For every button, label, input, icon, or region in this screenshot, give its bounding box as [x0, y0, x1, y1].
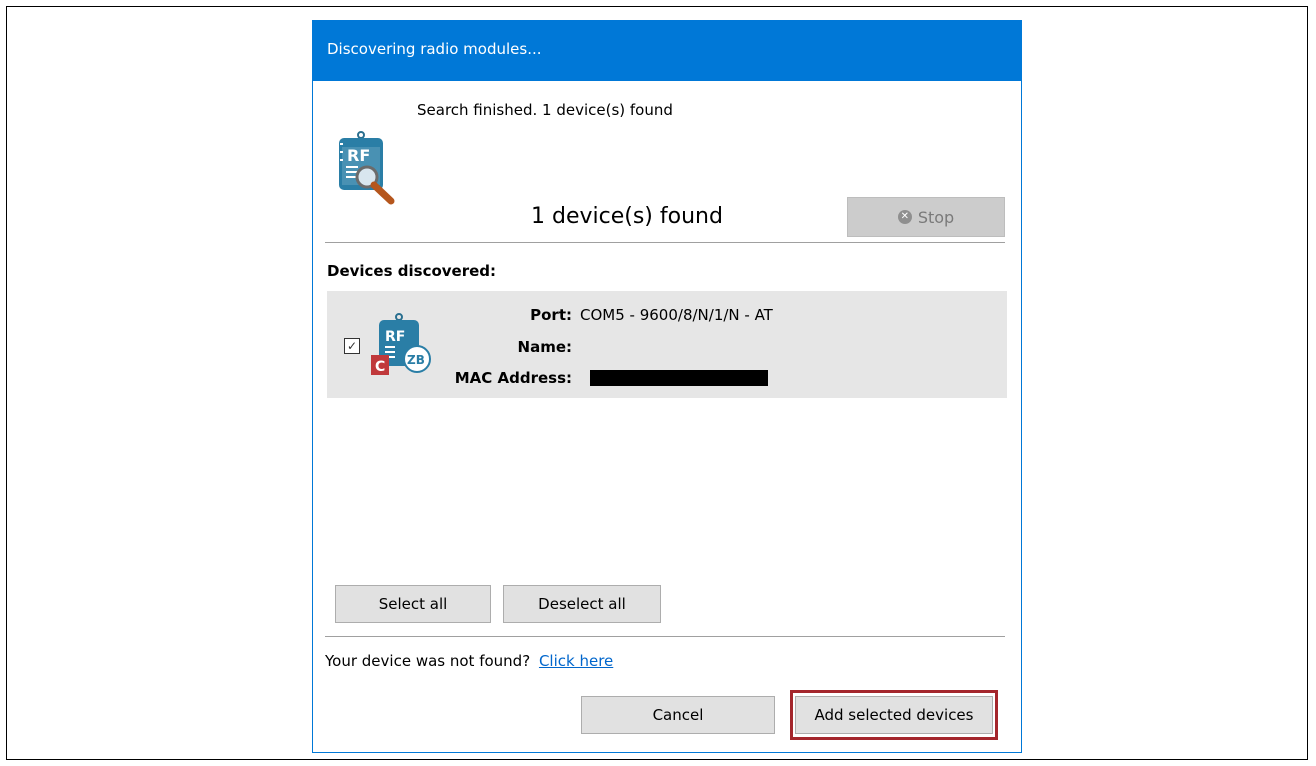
port-label: Port:	[530, 306, 572, 324]
select-all-button[interactable]: Select all	[335, 585, 491, 623]
search-status: Search finished. 1 device(s) found	[417, 101, 673, 119]
not-found-text: Your device was not found?	[325, 652, 531, 670]
svg-text:RF: RF	[347, 146, 370, 165]
name-label: Name:	[517, 338, 572, 356]
dialog-title: Discovering radio modules...	[327, 40, 542, 58]
stop-button[interactable]: ✕ Stop	[847, 197, 1005, 237]
found-count-label: 1 device(s) found	[531, 204, 723, 229]
rf-search-icon: RF	[339, 131, 395, 205]
deselect-all-button[interactable]: Deselect all	[503, 585, 661, 623]
add-selected-devices-button[interactable]: Add selected devices	[795, 696, 993, 734]
separator-top	[325, 242, 1005, 243]
mac-label: MAC Address:	[454, 369, 572, 387]
separator-bottom	[325, 636, 1005, 637]
port-value: COM5 - 9600/8/N/1/N - AT	[580, 306, 773, 324]
click-here-link[interactable]: Click here	[539, 652, 613, 670]
not-found-prompt: Your device was not found? Click here	[325, 652, 613, 670]
devices-discovered-heading: Devices discovered:	[327, 262, 497, 280]
titlebar: Discovering radio modules...	[313, 21, 1021, 81]
stop-icon: ✕	[897, 210, 912, 224]
device-list-item[interactable]: ✓ RF C ZB Port: COM5 - 9600/8/N/1/N - AT…	[327, 291, 1007, 398]
mac-value-redacted	[590, 370, 768, 386]
svg-text:C: C	[375, 359, 385, 375]
device-checkbox[interactable]: ✓	[344, 338, 360, 354]
cancel-button[interactable]: Cancel	[581, 696, 775, 734]
stop-label: Stop	[917, 207, 955, 227]
discover-dialog: Discovering radio modules... Search fini…	[312, 20, 1022, 753]
